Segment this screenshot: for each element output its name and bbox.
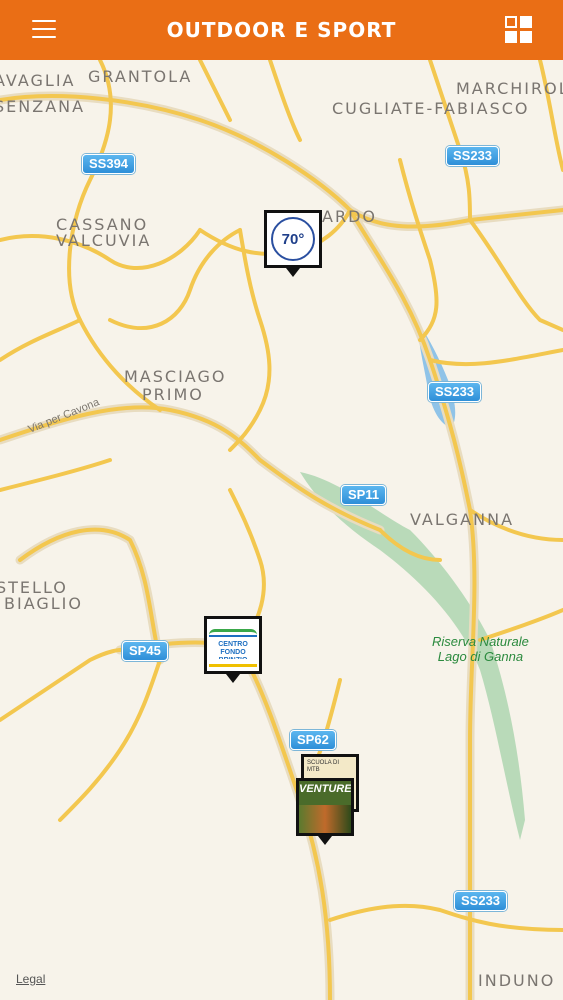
page-title: OUTDOOR E SPORT (166, 18, 397, 42)
app-header: OUTDOOR E SPORT (0, 0, 563, 60)
marker-label: CENTRO FONDO BRINZIO (218, 641, 248, 659)
map-marker-adventure-park[interactable]: VENTUREPA (296, 778, 354, 845)
place-label: MARCHIROL (456, 79, 563, 98)
reserve-label-line-1: Riserva Naturale (432, 634, 529, 649)
place-label: SENZANA (0, 97, 86, 116)
marker-label: SCUOLA DI MTB (307, 760, 340, 773)
place-label: CUGLIATE-FABIASCO (332, 99, 530, 118)
reserve-label: Riserva Naturale Lago di Ganna (432, 634, 529, 664)
road-shield: SS233 (428, 382, 482, 402)
road-shield: SS233 (446, 146, 500, 166)
place-label: VALCUVIA (56, 231, 152, 250)
place-label: INDUNO O (478, 971, 563, 990)
map-roads (0, 60, 563, 1000)
place-label: AVAGLIA (0, 71, 76, 90)
legal-link[interactable]: Legal (16, 972, 45, 986)
hamburger-menu-icon[interactable] (18, 16, 58, 44)
road-shield: SS394 (82, 154, 136, 174)
marker-label: VENTUREPA (299, 783, 351, 795)
map-view[interactable]: AVAGLIA GRANTOLA MARCHIROL SENZANA CUGLI… (0, 60, 563, 1000)
place-label: ARDO (322, 207, 377, 226)
logo-stripe-blue (209, 635, 257, 639)
map-marker-anniversary[interactable]: 70° (264, 210, 322, 277)
place-label: BIAGLIO (4, 594, 83, 613)
map-marker-centro-fondo[interactable]: CENTRO FONDO BRINZIO (204, 616, 262, 683)
reserve-label-line-2: Lago di Ganna (437, 649, 524, 664)
road-shield: SP11 (341, 485, 387, 505)
road-shield: SS233 (454, 891, 508, 911)
road-shield: SP45 (122, 641, 168, 661)
place-label: GRANTOLA (88, 67, 193, 86)
place-label: PRIMO (142, 385, 204, 404)
place-label: VALGANNA (410, 510, 515, 529)
anniversary-badge-icon: 70° (271, 217, 315, 261)
marker-label: 70° (281, 230, 305, 248)
place-label: MASCIAGO (124, 367, 227, 386)
photo-thumbnail (299, 805, 351, 833)
grid-view-icon[interactable] (505, 16, 533, 44)
road-shield: SP62 (290, 730, 336, 750)
logo-stripe-yellow (209, 661, 257, 667)
